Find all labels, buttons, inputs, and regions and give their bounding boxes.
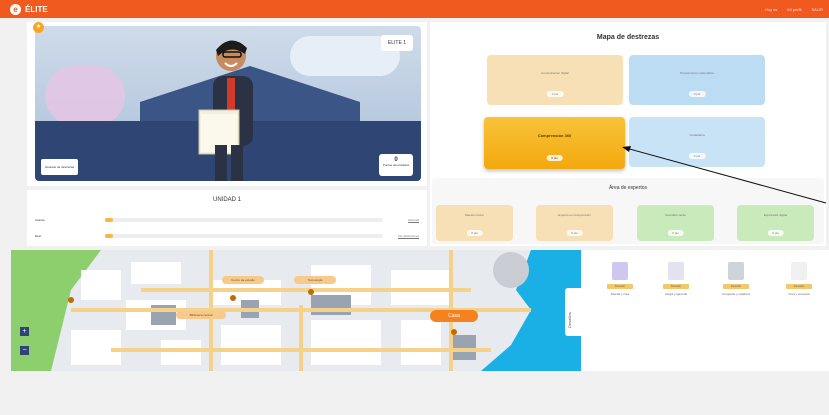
- challenge-label: Comparte y colabora: [722, 292, 750, 296]
- map-marker[interactable]: Biblioteca central: [176, 311, 226, 319]
- desafios-tab-label: Desafíos: [567, 312, 572, 328]
- challenge-item[interactable]: Desafío Comparte y colabora: [713, 262, 759, 296]
- paper-icon: [791, 262, 807, 280]
- desafios-panel: Desafío Diseña y crea Desafío Juega y ap…: [581, 250, 829, 371]
- city-map[interactable]: Centro de estudio Tecnología Biblioteca …: [11, 250, 581, 371]
- puzzle-icon: [668, 262, 684, 280]
- home-marker[interactable]: Casa: [430, 310, 478, 322]
- challenge-tag: Desafío: [663, 284, 689, 289]
- challenge-tag: Desafío: [723, 284, 749, 289]
- challenge-label: Crea y presenta: [788, 292, 810, 296]
- challenge-item[interactable]: Desafío Crea y presenta: [776, 262, 822, 296]
- challenge-item[interactable]: Desafío Diseña y crea: [597, 262, 643, 296]
- desafios-tab[interactable]: Desafíos: [565, 288, 581, 336]
- challenge-label: Diseña y crea: [610, 292, 630, 296]
- zoom-in-button[interactable]: +: [20, 327, 29, 336]
- map-marker[interactable]: Centro de estudio: [222, 276, 264, 284]
- challenge-tag: Desafío: [786, 284, 812, 289]
- zoom-out-button[interactable]: −: [20, 346, 29, 355]
- challenge-item[interactable]: Desafío Juega y aprende: [653, 262, 699, 296]
- challenge-label: Juega y aprende: [664, 292, 688, 296]
- challenge-tag: Desafío: [607, 284, 633, 289]
- city-map-illustration: [11, 250, 581, 371]
- cube-icon: [612, 262, 628, 280]
- hand-icon: [728, 262, 744, 280]
- map-marker[interactable]: Tecnología: [294, 276, 336, 284]
- page-footer-area: [0, 371, 829, 415]
